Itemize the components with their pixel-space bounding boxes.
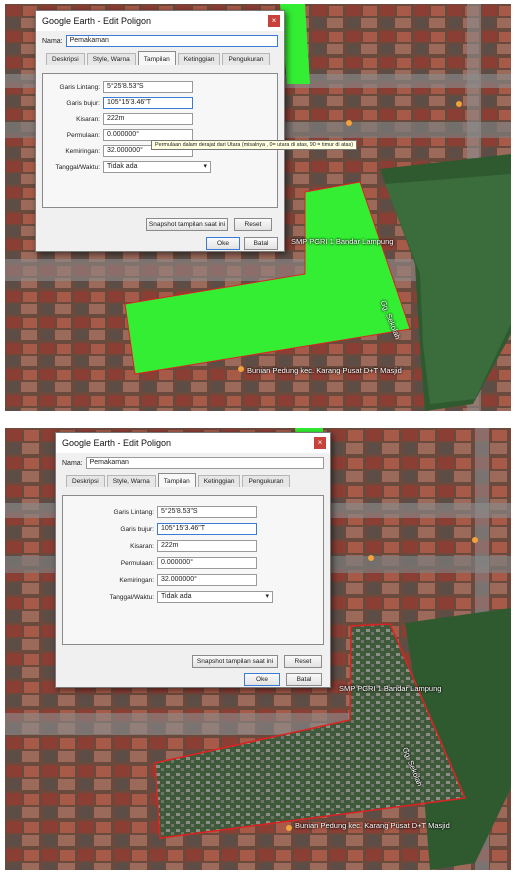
bottom-screenshot-panel: SMP PGRI 1 Bandar Lampung Bunian Pedung … xyxy=(5,428,511,870)
latitude-label: Garis Lintang: xyxy=(59,83,100,91)
name-input[interactable]: Pemakaman xyxy=(65,35,278,47)
tab-tampilan[interactable]: Tampilan xyxy=(137,51,176,65)
tab-content: Garis Lintang: 5°25'8.53"S Garis bujur: 10… xyxy=(62,495,324,645)
range-label: Kisaran: xyxy=(76,115,100,123)
name-label: Nama: xyxy=(62,459,83,467)
tab-pengukuran[interactable]: Pengukuran xyxy=(222,53,270,65)
datetime-select[interactable]: Tidak ada ▾ xyxy=(157,591,273,603)
tab-tampilan[interactable]: Tampilan xyxy=(157,473,196,487)
tab-deskripsi[interactable]: Deskripsi xyxy=(66,475,105,487)
tilt-input[interactable]: 32.000000° xyxy=(157,574,257,586)
datetime-value: Tidak ada xyxy=(107,163,138,170)
edit-polygon-dialog: Google Earth - Edit Poligon × Nama: Pema… xyxy=(35,10,285,252)
tab-deskripsi[interactable]: Deskripsi xyxy=(46,53,85,65)
ok-button[interactable]: Oke xyxy=(244,673,280,686)
cancel-button[interactable]: Batal xyxy=(244,237,278,250)
heading-tooltip: Permulaan dalam derajat dari Utara (misa… xyxy=(151,140,358,150)
datetime-label: Tanggal/Waktu: xyxy=(109,593,154,601)
close-icon[interactable]: × xyxy=(314,437,326,449)
map-label-mosque[interactable]: Bunian Pedung kec. Karang Pusat D+T Masj… xyxy=(247,366,402,375)
datetime-select[interactable]: Tidak ada ▾ xyxy=(103,161,211,173)
reset-button[interactable]: Reset xyxy=(284,655,322,668)
cancel-button[interactable]: Batal xyxy=(286,673,322,686)
longitude-label: Garis bujur: xyxy=(120,525,154,533)
snapshot-button[interactable]: Snapshot tampilan saat ini xyxy=(146,218,228,231)
heading-input[interactable]: 0.000000° xyxy=(157,557,257,569)
heading-label: Permulaan: xyxy=(66,131,100,139)
range-input[interactable]: 222m xyxy=(157,540,257,552)
dialog-titlebar[interactable]: Google Earth - Edit Poligon × xyxy=(56,433,330,453)
datetime-value: Tidak ada xyxy=(161,593,192,600)
top-screenshot-panel: SMP PGRI 1 Bandar Lampung Bunian Pedung … xyxy=(5,4,511,411)
latitude-input[interactable]: 5°25'8.53"S xyxy=(103,81,193,93)
map-label-school[interactable]: SMP PGRI 1 Bandar Lampung xyxy=(291,237,393,246)
snapshot-button[interactable]: Snapshot tampilan saat ini xyxy=(192,655,278,668)
latitude-input[interactable]: 5°25'8.53"S xyxy=(157,506,257,518)
heading-label: Permulaan: xyxy=(120,559,154,567)
longitude-input[interactable]: 105°15'3.46"T xyxy=(157,523,257,535)
dialog-tabs: Deskripsi Style, Warna Tampilan Ketinggi… xyxy=(56,469,330,487)
edit-polygon-dialog: Google Earth - Edit Poligon × Nama: Pema… xyxy=(55,432,331,688)
tab-ketinggian[interactable]: Ketinggian xyxy=(197,475,241,487)
datetime-label: Tanggal/Waktu: xyxy=(55,163,100,171)
tab-style-warna[interactable]: Style, Warna xyxy=(86,53,136,65)
tab-style-warna[interactable]: Style, Warna xyxy=(106,475,156,487)
chevron-down-icon: ▾ xyxy=(265,593,269,600)
chevron-down-icon: ▾ xyxy=(203,163,207,170)
tab-ketinggian[interactable]: Ketinggian xyxy=(177,53,221,65)
range-label: Kisaran: xyxy=(130,542,154,550)
dialog-title: Google Earth - Edit Poligon xyxy=(62,438,172,448)
dialog-title: Google Earth - Edit Poligon xyxy=(42,16,152,26)
close-icon[interactable]: × xyxy=(268,15,280,27)
range-input[interactable]: 222m xyxy=(103,113,193,125)
name-input[interactable]: Pemakaman xyxy=(85,457,324,469)
tilt-label: Kemiringan: xyxy=(119,576,154,584)
dialog-titlebar[interactable]: Google Earth - Edit Poligon × xyxy=(36,11,284,31)
latitude-label: Garis Lintang: xyxy=(113,508,154,516)
ok-button[interactable]: Oke xyxy=(206,237,240,250)
map-label-school[interactable]: SMP PGRI 1 Bandar Lampung xyxy=(339,684,441,693)
reset-button[interactable]: Reset xyxy=(234,218,272,231)
tilt-label: Kemiringan: xyxy=(65,147,100,155)
map-label-mosque[interactable]: Bunian Pedung kec. Karang Pusat D+T Masj… xyxy=(295,821,450,830)
name-label: Nama: xyxy=(42,37,63,45)
longitude-input[interactable]: 105°15'3.46"T xyxy=(103,97,193,109)
longitude-label: Garis bujur: xyxy=(66,99,100,107)
tab-pengukuran[interactable]: Pengukuran xyxy=(242,475,290,487)
dialog-tabs: Deskripsi Style, Warna Tampilan Ketinggi… xyxy=(36,47,284,65)
